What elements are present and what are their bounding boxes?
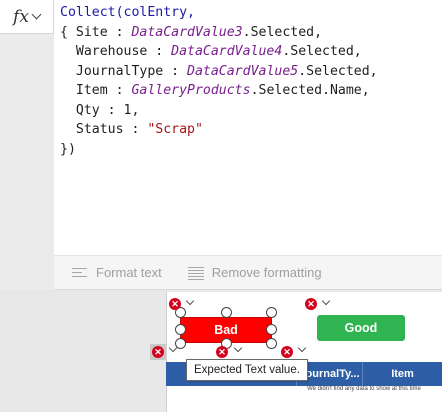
error-tooltip: Expected Text value. [186,359,308,381]
code-line: Status : "Scrap" [60,120,442,140]
code-token: .Selected, [298,63,378,79]
formula-code[interactable]: Collect(colEntry,{ Site : DataCardValue3… [54,0,442,159]
code-token: .Selected, [242,24,323,40]
code-token: DataCardValue5 [187,63,299,79]
code-token: "Scrap" [147,122,203,137]
format-text-button[interactable]: Format text [72,265,162,280]
code-line: Collect(colEntry, [60,3,442,23]
code-token: }) [60,141,76,157]
formula-editor[interactable]: Collect(colEntry,{ Site : DataCardValue3… [54,0,442,256]
code-token: { Site : [60,24,132,40]
resize-handle-left[interactable] [175,324,186,335]
remove-formatting-icon [187,266,204,280]
chevron-down-icon [31,9,42,20]
code-token: DataCardValue4 [171,44,283,59]
code-line: Warehouse : DataCardValue4.Selected, [60,42,442,62]
resize-handle-bottom-right[interactable] [266,338,277,349]
resize-handle-right[interactable] [266,324,277,335]
resize-handle-top[interactable] [221,307,232,318]
code-line: }) [60,140,442,160]
code-token: Warehouse : [60,44,172,59]
good-button[interactable]: Good [317,315,405,341]
code-token: colEntry, [123,5,195,20]
code-token: Status : [60,122,148,137]
code-token: JournalType : [60,63,188,79]
code-line: Item : GalleryProducts.Selected.Name, [60,81,442,101]
error-icon[interactable]: ✕ [281,346,293,358]
formula-toolbar: Format text Remove formatting [54,256,442,290]
code-token: GalleryProducts [131,83,251,98]
code-token: Collect( [60,5,124,20]
error-icon[interactable]: ✕ [216,346,228,358]
no-data-message: We didn't find any data to show at this … [307,386,421,392]
table-header-item[interactable]: Item [362,362,442,386]
remove-formatting-label: Remove formatting [211,265,322,280]
code-token: Qty : [60,102,124,118]
format-text-label: Format text [96,265,162,280]
code-token: DataCardValue3 [131,24,243,40]
fx-label: fx [13,6,29,27]
format-text-icon [72,267,88,279]
error-icon[interactable]: ✕ [169,298,181,310]
formula-gutter [0,34,54,290]
code-token: .Selected, [282,44,362,59]
code-token: Item : [60,83,132,98]
resize-handle-top-right[interactable] [266,307,277,318]
error-icon[interactable]: ✕ [305,298,317,310]
fx-dropdown[interactable]: fx [0,0,54,34]
code-line: JournalType : DataCardValue5.Selected, [60,62,442,82]
remove-formatting-button[interactable]: Remove formatting [187,265,322,280]
power-apps-editor: fx Collect(colEntry,{ Site : DataCardVal… [0,0,442,412]
code-token: .Selected.Name, [250,83,370,98]
error-icon[interactable]: ✕ [152,346,164,358]
code-token: , [131,102,140,118]
code-line: { Site : DataCardValue3.Selected, [60,23,442,43]
code-line: Qty : 1, [60,101,442,121]
